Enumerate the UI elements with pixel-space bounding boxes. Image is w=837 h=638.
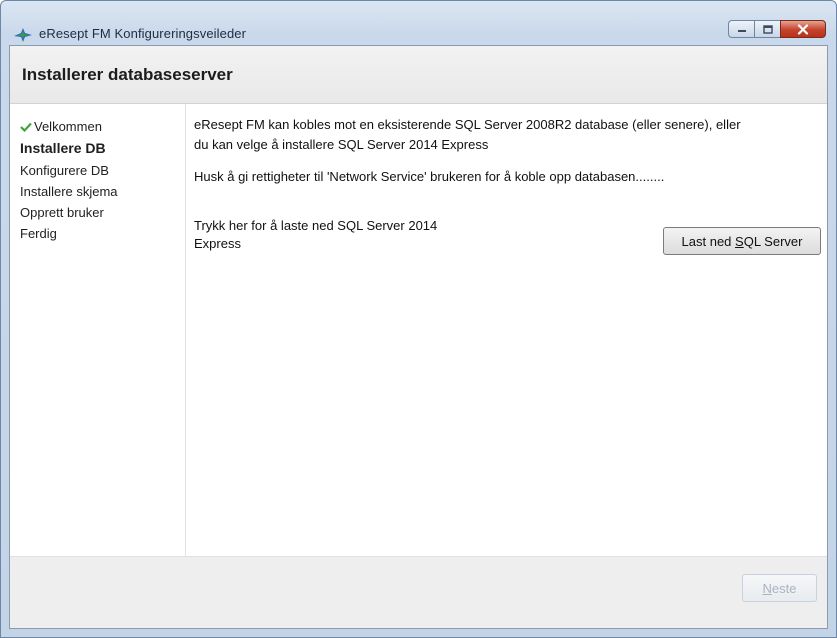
- button-label-part: Last ned: [681, 233, 736, 249]
- step-konfigurere-db: Konfigurere DB: [20, 163, 109, 178]
- checkmark-icon: [20, 122, 32, 132]
- button-accelerator: S: [735, 233, 744, 249]
- step-label: Velkommen: [34, 119, 102, 134]
- window-title: eResept FM Konfigureringsveileder: [39, 26, 247, 41]
- minimize-button[interactable]: [728, 20, 754, 38]
- minimize-icon: [737, 30, 746, 32]
- step-label: Installere DB: [20, 140, 106, 156]
- step-label: Konfigurere DB: [20, 163, 109, 178]
- close-icon: [797, 23, 809, 35]
- button-label-part: este: [771, 580, 797, 596]
- page-title: Installerer databaseserver: [22, 65, 233, 84]
- step-label: Installere skjema: [20, 184, 118, 199]
- maximize-icon: [762, 24, 773, 34]
- step-installere-db: Installere DB: [20, 140, 106, 156]
- next-button[interactable]: Neste: [742, 574, 817, 602]
- step-label: Ferdig: [20, 226, 57, 241]
- intro-text-line1: eResept FM kan kobles mot en eksisterend…: [194, 117, 741, 132]
- maximize-button[interactable]: [754, 20, 780, 38]
- step-opprett-bruker: Opprett bruker: [20, 205, 104, 220]
- step-label: Opprett bruker: [20, 205, 104, 220]
- steps-sidebar: Velkommen Installere DB Konfigurere DB I…: [10, 104, 186, 556]
- wizard-client-area: Installerer databaseserver Velkommen Ins…: [9, 45, 828, 629]
- intro-text-line2: du kan velge å installere SQL Server 201…: [194, 137, 489, 152]
- caption-buttons: [728, 20, 826, 40]
- download-sql-server-button[interactable]: Last ned S QL Server: [663, 227, 821, 255]
- wizard-window: eResept FM Konfigureringsveileder Instal…: [0, 0, 837, 638]
- step-installere-skjema: Installere skjema: [20, 184, 118, 199]
- ereseptfm-app-icon: [14, 28, 32, 42]
- download-instructions-line2: Express: [194, 236, 241, 251]
- page-content: eResept FM kan kobles mot en eksisterend…: [187, 104, 827, 556]
- step-ferdig: Ferdig: [20, 226, 57, 241]
- wizard-footer: Neste: [10, 556, 827, 628]
- download-instructions-line1: Trykk her for å laste ned SQL Server 201…: [194, 218, 438, 233]
- button-label-part: QL Server: [743, 233, 803, 249]
- close-button[interactable]: [780, 20, 826, 38]
- title-bar[interactable]: eResept FM Konfigureringsveileder: [1, 1, 836, 45]
- step-velkommen: Velkommen: [20, 119, 102, 134]
- button-accelerator: N: [762, 580, 772, 596]
- network-service-note: Husk å gi rettigheter til 'Network Servi…: [194, 169, 665, 184]
- page-header: Installerer databaseserver: [10, 46, 827, 104]
